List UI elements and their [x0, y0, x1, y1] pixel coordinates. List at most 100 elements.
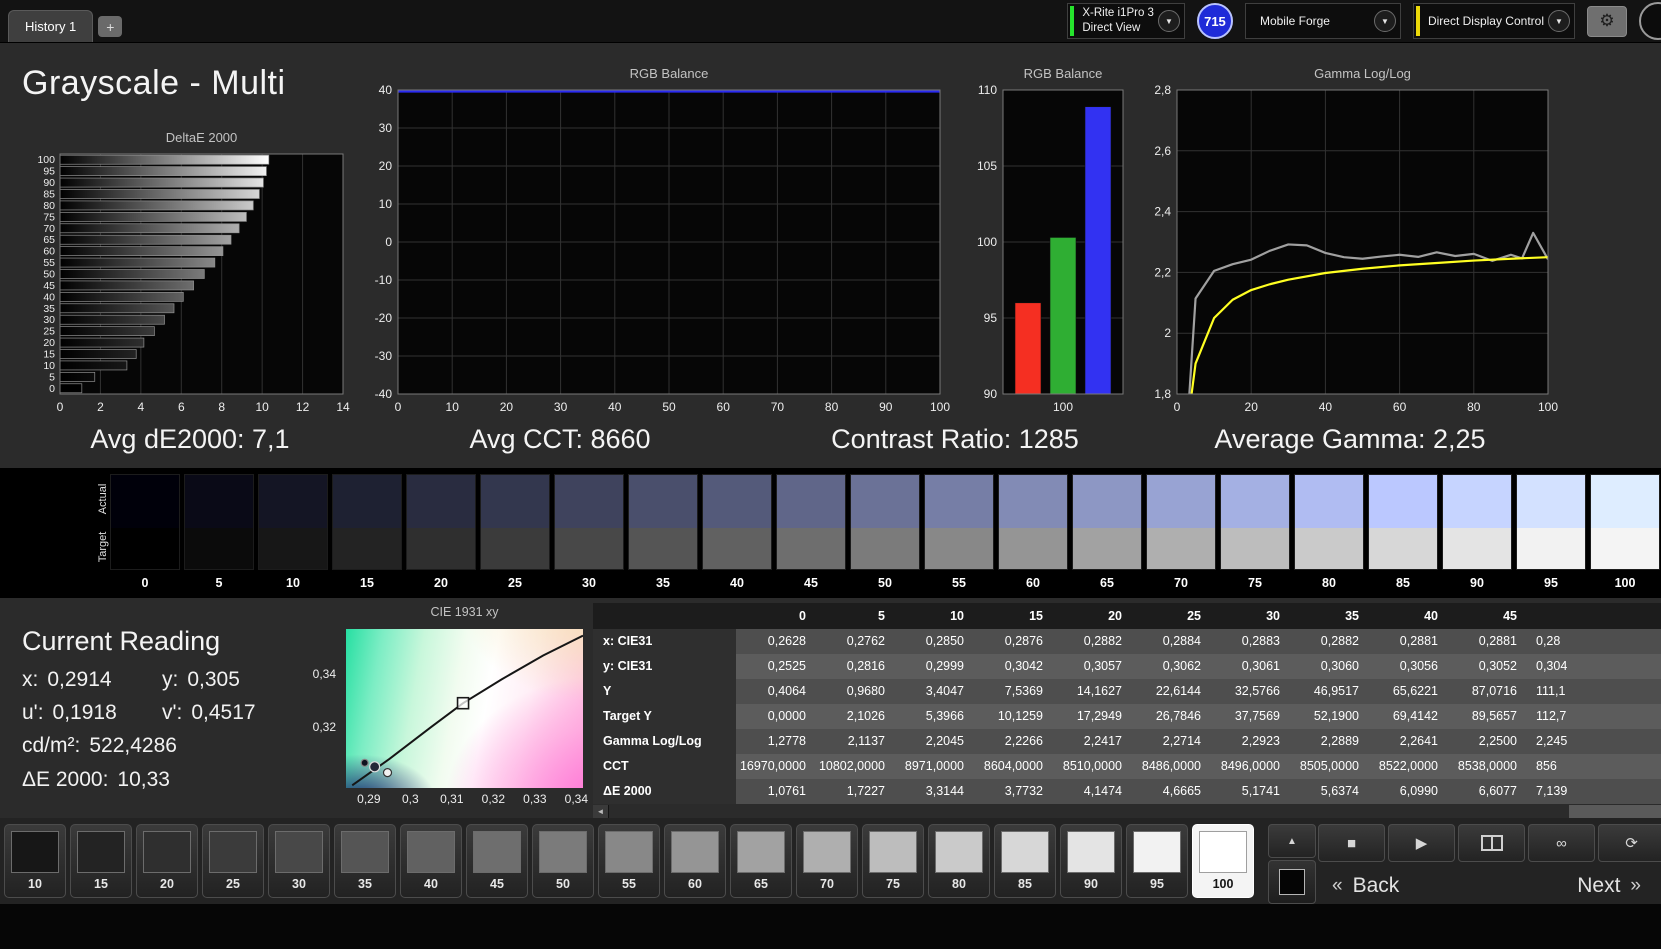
source-dropdown-icon[interactable]: ▼: [1374, 10, 1396, 32]
table-cell: 89,5657: [1447, 704, 1526, 729]
svg-text:95: 95: [43, 166, 55, 178]
meter-connection-box[interactable]: X-Rite i1Pro 3 Direct View ▼: [1067, 3, 1185, 39]
grayscale-swatch-45: 45: [776, 474, 846, 590]
meter-dropdown-icon[interactable]: ▼: [1158, 10, 1180, 32]
edge-circle-button[interactable]: [1639, 2, 1661, 40]
next-chevron-icon: »: [1630, 875, 1641, 897]
swatch-row: 0510152025303540455055606570758085909510…: [110, 474, 1660, 590]
target-swatch: [1146, 528, 1216, 570]
settings-gear-icon[interactable]: ⚙: [1587, 6, 1627, 37]
cie-x-tick: 0,33: [515, 792, 555, 806]
svg-text:45: 45: [43, 280, 55, 292]
table-cell: 6,0990: [1368, 779, 1447, 804]
target-swatch: [1442, 528, 1512, 570]
table-cell: 14,1627: [1052, 679, 1131, 704]
table-cell: 0,3057: [1052, 654, 1131, 679]
table-cell: 87,0716: [1447, 679, 1526, 704]
history-tab[interactable]: History 1: [8, 10, 93, 42]
svg-text:0: 0: [395, 400, 402, 414]
table-column-header: 35: [1289, 603, 1368, 629]
pattern-window-button[interactable]: [1458, 824, 1525, 862]
pattern-level-20[interactable]: 20: [136, 824, 198, 898]
svg-text:15: 15: [43, 349, 55, 361]
pattern-level-label: 100: [1193, 877, 1253, 891]
pattern-level-75[interactable]: 75: [862, 824, 924, 898]
pattern-level-85[interactable]: 85: [994, 824, 1056, 898]
display-connection-box[interactable]: Direct Display Control ▼: [1413, 3, 1575, 39]
row-label: ΔE 2000: [593, 779, 736, 804]
continuous-measure-button[interactable]: ∞: [1528, 824, 1595, 862]
pattern-swatch: [1001, 831, 1049, 873]
table-cell: 8538,0000: [1447, 754, 1526, 779]
actual-swatch: [628, 474, 698, 528]
pattern-level-30[interactable]: 30: [268, 824, 330, 898]
scrollbar-thumb[interactable]: [608, 805, 1569, 818]
next-button[interactable]: Next »: [1577, 874, 1641, 898]
svg-text:2,2: 2,2: [1154, 265, 1171, 279]
reading-de-line: ΔE 2000:10,33: [22, 768, 342, 792]
pattern-level-label: 25: [203, 877, 263, 891]
svg-text:DeltaE 2000: DeltaE 2000: [166, 130, 238, 145]
loop-measure-button[interactable]: ⟳: [1598, 824, 1661, 862]
meter-mode: Direct View: [1082, 21, 1154, 36]
source-name: Mobile Forge: [1260, 14, 1330, 28]
swatch-level-label: 100: [1590, 576, 1660, 590]
rgb-balance-bar-chart: RGB Balance1101051009590100: [955, 62, 1135, 420]
pattern-swatch: [539, 831, 587, 873]
row-label: Gamma Log/Log: [593, 729, 736, 754]
meter-name: X-Rite i1Pro 3: [1082, 6, 1154, 21]
table-cell: 8510,0000: [1052, 754, 1131, 779]
pattern-level-label: 10: [5, 877, 65, 891]
table-column-header: 25: [1131, 603, 1210, 629]
svg-text:10: 10: [446, 400, 460, 414]
swatch-level-label: 10: [258, 576, 328, 590]
display-dropdown-icon[interactable]: ▼: [1548, 10, 1570, 32]
table-cell: 2,2417: [1052, 729, 1131, 754]
swatch-level-label: 15: [332, 576, 402, 590]
stat-contrast-ratio: Contrast Ratio: 1285: [770, 424, 1140, 455]
source-connection-box[interactable]: Mobile Forge ▼: [1245, 3, 1401, 39]
add-tab-button[interactable]: +: [98, 16, 122, 37]
pattern-swatch: [11, 831, 59, 873]
table-column-header: 45: [1447, 603, 1526, 629]
pattern-level-50[interactable]: 50: [532, 824, 594, 898]
reading-v: v':0,4517: [162, 701, 302, 725]
svg-text:4: 4: [138, 400, 145, 414]
pattern-swatch: [803, 831, 851, 873]
row-label: Y: [593, 679, 736, 704]
table-cell: 2,1026: [815, 704, 894, 729]
pattern-level-45[interactable]: 45: [466, 824, 528, 898]
meter-accent-bar: [1070, 6, 1074, 36]
pattern-level-40[interactable]: 40: [400, 824, 462, 898]
pattern-level-25[interactable]: 25: [202, 824, 264, 898]
pattern-level-10[interactable]: 10: [4, 824, 66, 898]
table-cell-clipped: 111,1: [1526, 679, 1661, 704]
deltae-2000-chart: DeltaE 200002468101214100959085807570656…: [8, 126, 353, 418]
table-cell: 3,4047: [894, 679, 973, 704]
pattern-level-35[interactable]: 35: [334, 824, 396, 898]
table-cell: 0,3060: [1289, 654, 1368, 679]
pattern-level-95[interactable]: 95: [1126, 824, 1188, 898]
pattern-level-buttons: 10 1520 25 3035404550 55 6065707580859095 100: [4, 824, 1254, 898]
svg-text:100: 100: [1538, 400, 1558, 414]
play-button[interactable]: ▶: [1388, 824, 1455, 862]
pattern-level-90[interactable]: 90: [1060, 824, 1122, 898]
measurement-table: 051015202530354045x: CIE310,26280,27620,…: [593, 603, 1661, 804]
pattern-level-15[interactable]: 15: [70, 824, 132, 898]
pattern-level-label: 55: [599, 877, 659, 891]
pattern-level-100[interactable]: 100: [1192, 824, 1254, 898]
actual-swatch: [184, 474, 254, 528]
table-cell-clipped: 2,245: [1526, 729, 1661, 754]
back-button[interactable]: « Back: [1332, 874, 1399, 898]
pattern-level-60[interactable]: 60: [664, 824, 726, 898]
collapse-toolbar-button[interactable]: ▲: [1268, 824, 1316, 858]
pattern-level-55[interactable]: 55: [598, 824, 660, 898]
pattern-level-65[interactable]: 65: [730, 824, 792, 898]
scroll-left-icon[interactable]: ◄: [593, 805, 608, 818]
actual-swatch: [406, 474, 476, 528]
stop-button[interactable]: ■: [1318, 824, 1385, 862]
pattern-level-80[interactable]: 80: [928, 824, 990, 898]
blackout-pattern-button[interactable]: [1268, 860, 1316, 904]
table-scrollbar[interactable]: ◄: [593, 805, 1661, 818]
pattern-level-70[interactable]: 70: [796, 824, 858, 898]
